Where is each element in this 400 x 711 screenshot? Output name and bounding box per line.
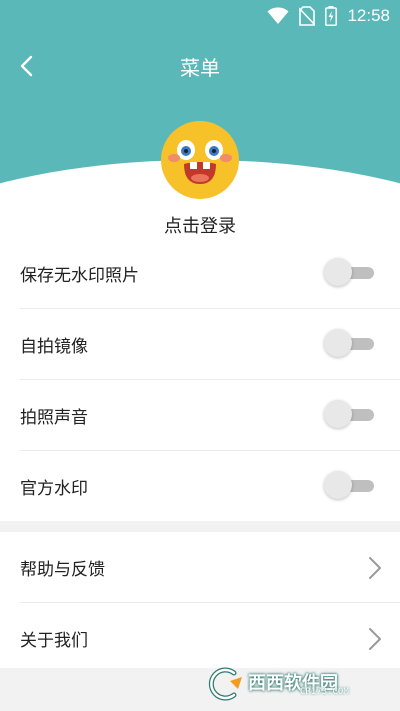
watermark-logo-icon (208, 667, 242, 701)
no-sim-icon (299, 6, 316, 26)
link-label: 关于我们 (20, 630, 88, 651)
setting-row-official-watermark: 官方水印 (20, 451, 400, 521)
setting-row-save-no-watermark: 保存无水印照片 (20, 238, 400, 309)
chevron-right-icon (369, 628, 381, 650)
toggle-knob (324, 329, 352, 357)
status-icons: 12:58 (267, 4, 390, 28)
setting-label: 拍照声音 (20, 407, 88, 428)
shutter-sound-toggle[interactable] (324, 400, 374, 428)
setting-label: 官方水印 (20, 478, 88, 499)
link-label: 帮助与反馈 (20, 559, 105, 580)
watermark-url: CR173.COM (300, 687, 349, 697)
wifi-icon (267, 7, 289, 24)
toggle-knob (324, 400, 352, 428)
settings-link-list: 帮助与反馈 关于我们 (0, 532, 400, 668)
save-no-watermark-toggle[interactable] (324, 258, 374, 286)
login-link[interactable]: 点击登录 (0, 212, 400, 238)
toggle-knob (324, 258, 352, 286)
status-time: 12:58 (347, 6, 390, 25)
title-bar: 菜单 (0, 44, 400, 88)
settings-toggle-list: 保存无水印照片 自拍镜像 拍照声音 官方水印 (0, 238, 400, 521)
setting-label: 自拍镜像 (20, 336, 88, 357)
setting-label: 保存无水印照片 (20, 265, 139, 286)
official-watermark-toggle[interactable] (324, 471, 374, 499)
selfie-mirror-toggle[interactable] (324, 329, 374, 357)
page-title: 菜单 (180, 56, 220, 80)
avatar[interactable] (160, 120, 240, 200)
menu-header: 12:58 菜单 点击登录 (0, 0, 400, 238)
setting-row-shutter-sound: 拍照声音 (20, 380, 400, 451)
status-bar: 12:58 (0, 0, 400, 32)
setting-row-selfie-mirror: 自拍镜像 (20, 309, 400, 380)
site-watermark: 西西软件园 CR173.COM (204, 667, 380, 701)
chevron-right-icon (369, 557, 381, 579)
battery-charging-icon (325, 6, 338, 26)
help-feedback-item[interactable]: 帮助与反馈 (20, 532, 400, 603)
about-us-item[interactable]: 关于我们 (20, 603, 400, 673)
toggle-knob (324, 471, 352, 499)
